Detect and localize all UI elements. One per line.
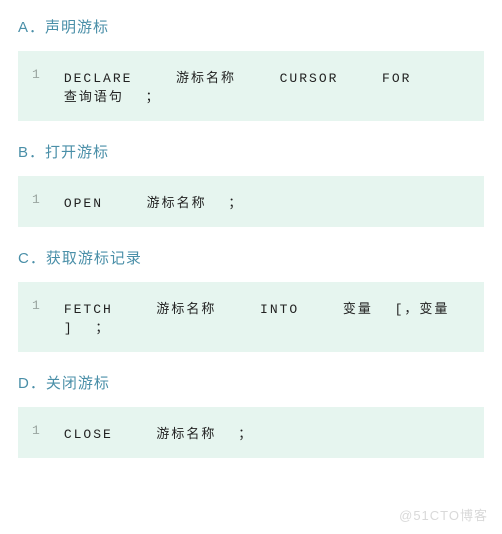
code-line: FETCH 游标名称 INTO 变量 [，变量 ] ； <box>64 298 470 336</box>
code-line: OPEN 游标名称 ； <box>64 192 244 211</box>
code-line: DECLARE 游标名称 CURSOR FOR 查询语句 ； <box>64 67 470 105</box>
line-number: 1 <box>32 192 40 207</box>
line-number: 1 <box>32 298 40 313</box>
watermark: @51CTO博客 <box>399 505 488 524</box>
line-number: 1 <box>32 423 40 438</box>
section-heading-a: A．声明游标 <box>18 16 484 37</box>
code-line: CLOSE 游标名称 ； <box>64 423 253 442</box>
line-number: 1 <box>32 67 40 82</box>
code-block-a: 1 DECLARE 游标名称 CURSOR FOR 查询语句 ； <box>18 51 484 121</box>
code-block-d: 1 CLOSE 游标名称 ； <box>18 407 484 458</box>
code-block-b: 1 OPEN 游标名称 ； <box>18 176 484 227</box>
code-block-c: 1 FETCH 游标名称 INTO 变量 [，变量 ] ； <box>18 282 484 352</box>
section-heading-c: C．获取游标记录 <box>18 247 484 268</box>
section-heading-b: B．打开游标 <box>18 141 484 162</box>
section-heading-d: D．关闭游标 <box>18 372 484 393</box>
